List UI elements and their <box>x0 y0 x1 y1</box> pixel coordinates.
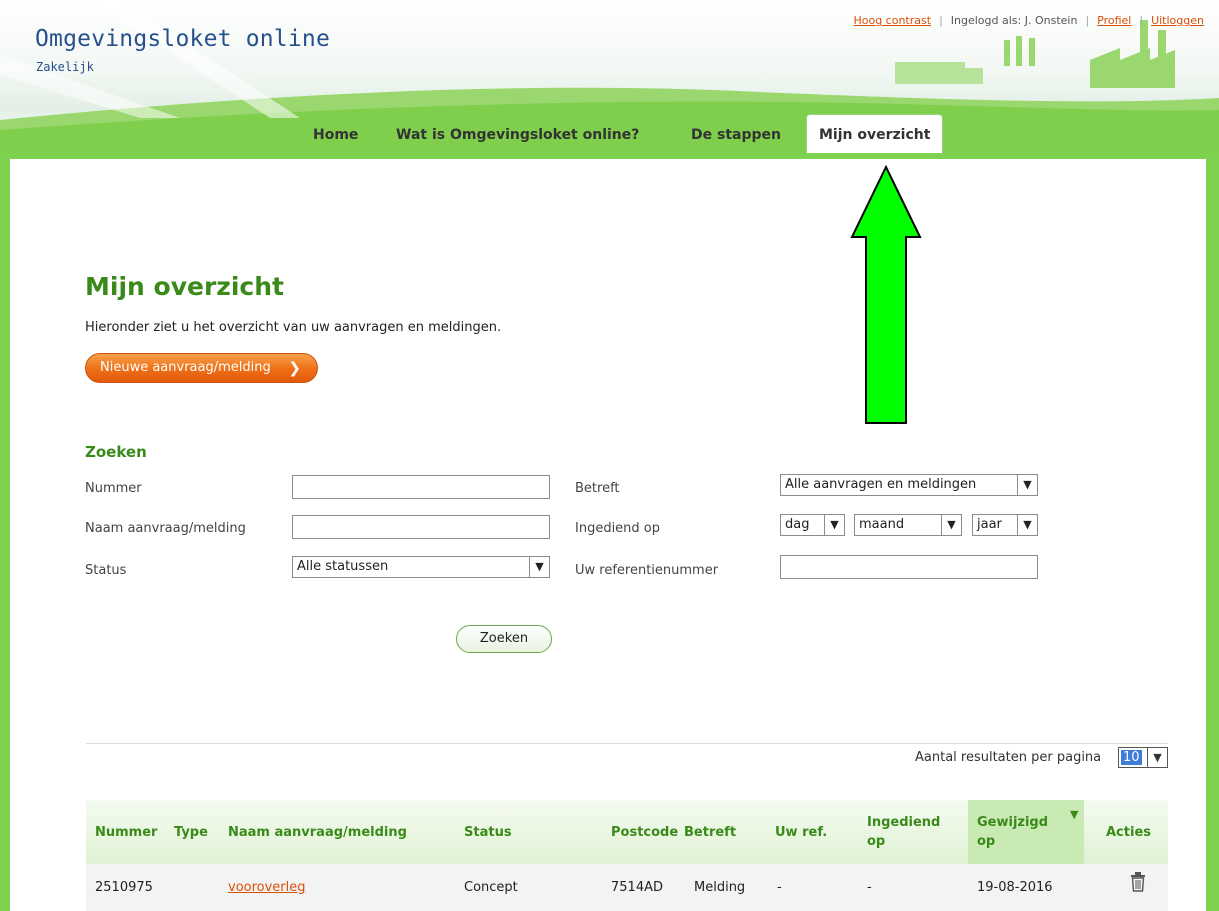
logged-in-label: Ingelogd als: J. Onstein <box>950 14 1078 27</box>
betreft-select-value: Alle aanvragen en meldingen <box>785 477 977 492</box>
col-uwref[interactable]: Uw ref. <box>775 825 827 840</box>
high-contrast-link[interactable]: Hoog contrast <box>853 14 931 27</box>
col-betreft[interactable]: Betreft <box>684 825 736 840</box>
site-subtitle: Zakelijk <box>36 60 94 74</box>
separator: | <box>1085 14 1090 27</box>
sort-desc-icon: ▼ <box>1070 808 1079 821</box>
col-type[interactable]: Type <box>174 825 208 840</box>
site-title: Omgevingsloket online <box>35 26 330 52</box>
col-acties: Acties <box>1106 825 1151 840</box>
main-nav: Home Wat is Omgevingsloket online? De st… <box>0 114 1219 154</box>
cell-nummer: 2510975 <box>95 880 153 895</box>
cell-uwref: - <box>777 880 782 895</box>
right-green-border <box>1206 153 1219 911</box>
sorted-column-bg <box>968 800 1084 864</box>
per-page-label: Aantal resultaten per pagina <box>915 750 1102 765</box>
naam-input[interactable] <box>292 515 550 539</box>
cell-postcode: 7514AD <box>611 880 663 895</box>
tab-home[interactable]: Home <box>313 117 358 153</box>
divider <box>86 743 1168 744</box>
profile-link[interactable]: Profiel <box>1097 14 1131 27</box>
table-row: 2510975 vooroverleg Concept 7514AD Meldi… <box>86 864 1168 911</box>
col-postcode[interactable]: Postcode <box>611 825 678 840</box>
chevron-right-icon: ❯ <box>288 359 301 377</box>
separator: | <box>939 14 943 27</box>
dag-select-value: dag <box>785 517 810 532</box>
arrow-up-icon <box>850 165 922 424</box>
col-gewijzigd[interactable]: Gewijzigd <box>977 815 1048 830</box>
col-ingediend[interactable]: Ingediend <box>867 815 940 830</box>
logout-link[interactable]: Uitloggen <box>1151 14 1204 27</box>
maand-select-value: maand <box>859 517 905 532</box>
label-status: Status <box>85 563 127 578</box>
new-request-label: Nieuwe aanvraag/melding <box>100 360 271 375</box>
tab-mijn-overzicht[interactable]: Mijn overzicht <box>806 114 944 154</box>
cell-gewijzigd: 19-08-2016 <box>977 880 1053 895</box>
col-gewijzigd-line2: op <box>977 834 996 849</box>
chevron-down-icon: ▼ <box>824 515 844 535</box>
tab-de-stappen[interactable]: De stappen <box>691 117 781 153</box>
search-title: Zoeken <box>85 443 147 461</box>
col-ingediend-line2: op <box>867 834 886 849</box>
label-referentie: Uw referentienummer <box>575 563 719 578</box>
referentie-input[interactable] <box>780 555 1038 579</box>
per-page-value: 10 <box>1121 750 1142 765</box>
page-title: Mijn overzicht <box>85 272 284 301</box>
jaar-select[interactable]: jaar ▼ <box>972 514 1038 536</box>
label-naam: Naam aanvraag/melding <box>85 521 246 536</box>
label-nummer: Nummer <box>85 481 142 496</box>
maand-select[interactable]: maand ▼ <box>854 514 962 536</box>
search-button[interactable]: Zoeken <box>456 625 552 653</box>
col-status[interactable]: Status <box>464 825 512 840</box>
col-nummer[interactable]: Nummer <box>95 825 157 840</box>
top-links: Hoog contrast | Ingelogd als: J. Onstein… <box>853 14 1204 27</box>
jaar-select-value: jaar <box>977 517 1002 532</box>
cell-status: Concept <box>464 880 518 895</box>
cell-betreft: Melding <box>694 880 746 895</box>
request-link[interactable]: vooroverleg <box>228 880 306 895</box>
table-header: Nummer Type Naam aanvraag/melding Status… <box>86 800 1168 864</box>
intro-text: Hieronder ziet u het overzicht van uw aa… <box>85 320 502 335</box>
status-select-value: Alle statussen <box>297 559 389 574</box>
separator: | <box>1139 14 1144 27</box>
chevron-down-icon: ▼ <box>529 557 549 577</box>
per-page-select[interactable]: 10 ▼ <box>1118 747 1168 768</box>
chevron-down-icon: ▼ <box>1017 515 1037 535</box>
trash-icon[interactable] <box>1130 872 1146 892</box>
col-naam[interactable]: Naam aanvraag/melding <box>228 825 407 840</box>
cell-naam: vooroverleg <box>228 880 306 895</box>
chevron-down-icon: ▼ <box>941 515 961 535</box>
nummer-input[interactable] <box>292 475 550 499</box>
left-green-border <box>0 153 10 911</box>
chevron-down-icon: ▼ <box>1017 475 1037 495</box>
label-ingediend: Ingediend op <box>575 521 661 536</box>
new-request-button[interactable]: Nieuwe aanvraag/melding ❯ <box>85 353 318 383</box>
betreft-select[interactable]: Alle aanvragen en meldingen ▼ <box>780 474 1038 496</box>
cell-ingediend: - <box>867 880 872 895</box>
tab-wat-is[interactable]: Wat is Omgevingsloket online? <box>396 117 639 153</box>
label-betreft: Betreft <box>575 481 620 496</box>
chevron-down-icon: ▼ <box>1147 748 1167 767</box>
status-select[interactable]: Alle statussen ▼ <box>292 556 550 578</box>
dag-select[interactable]: dag ▼ <box>780 514 845 536</box>
